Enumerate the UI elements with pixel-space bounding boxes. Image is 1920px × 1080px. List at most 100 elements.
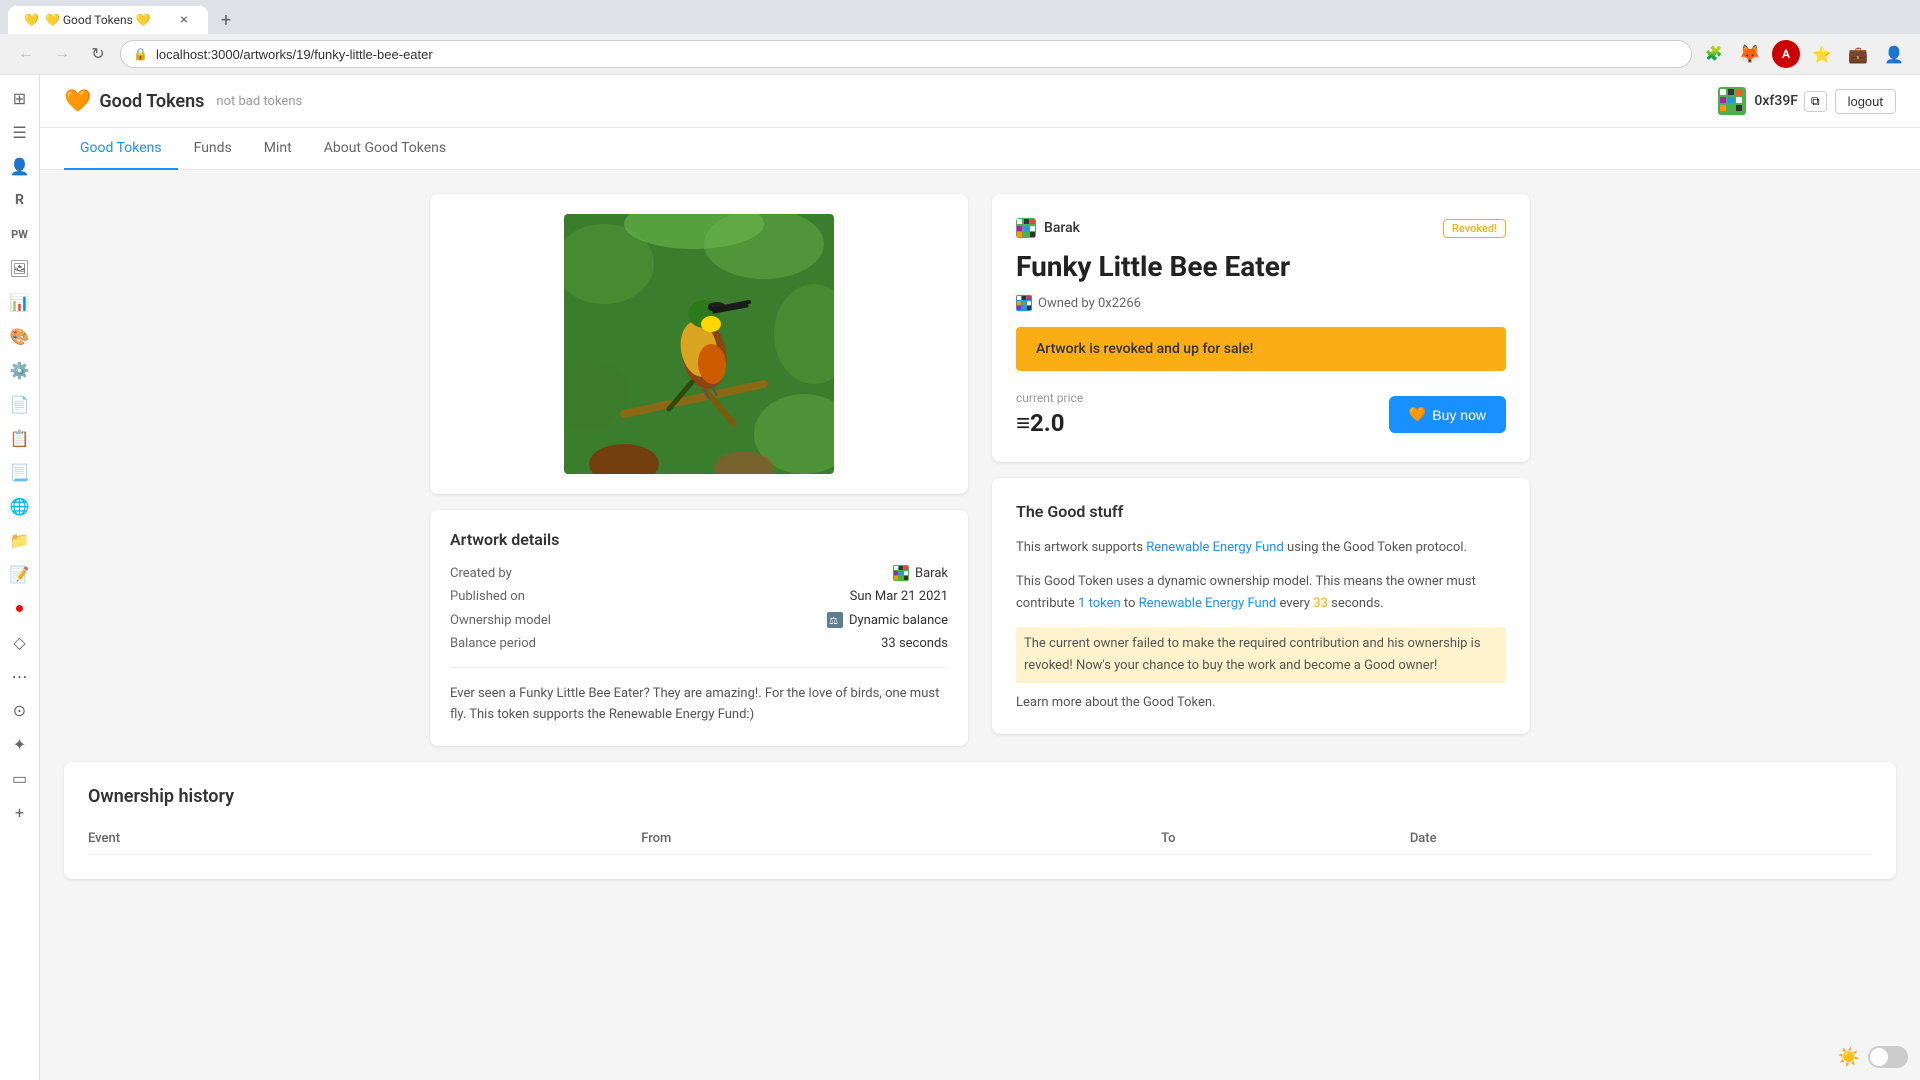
sidebar-pw-icon[interactable]: PW xyxy=(5,219,35,249)
bottom-bar: ☀️ xyxy=(1838,1046,1908,1068)
price-container: current price ≡2.0 xyxy=(1016,391,1083,438)
wallet-info: 0xf39F ⧉ logout xyxy=(1718,87,1896,115)
created-by-label: Created by xyxy=(450,566,512,581)
left-sidebar: ⊞ ☰ 👤 R PW 🖼 📊 🎨 ⚙️ 📄 📋 📃 🌐 📁 📝 ● ◇ ⋯ ⊙ … xyxy=(0,75,40,1080)
price-section: current price ≡2.0 🧡 Buy now xyxy=(1016,391,1506,438)
tab-title: 💛 Good Tokens 💛 xyxy=(45,13,170,27)
owner-row: Owned by 0x2266 xyxy=(1016,295,1506,311)
sidebar-doc3-icon[interactable]: 📃 xyxy=(5,457,35,487)
creator-avatar-small xyxy=(893,565,909,581)
col-from: From xyxy=(641,823,1161,855)
published-on-value: Sun Mar 21 2021 xyxy=(850,589,948,604)
bird-image xyxy=(564,214,834,474)
col-to: To xyxy=(1161,823,1410,855)
theme-icon[interactable]: ☀️ xyxy=(1838,1047,1860,1068)
sidebar-grid-icon[interactable]: ⊞ xyxy=(5,83,35,113)
app-wrapper: ⊞ ☰ 👤 R PW 🖼 📊 🎨 ⚙️ 📄 📋 📃 🌐 📁 📝 ● ◇ ⋯ ⊙ … xyxy=(0,75,1920,1080)
sidebar-star2-icon[interactable]: ✦ xyxy=(5,729,35,759)
metamask-icon[interactable]: 🦊 xyxy=(1736,40,1764,68)
owner-label: Owned by 0x2266 xyxy=(1038,296,1141,311)
sidebar-doc1-icon[interactable]: 📄 xyxy=(5,389,35,419)
tab-bar: 💛 💛 Good Tokens 💛 × + xyxy=(0,0,1920,34)
extensions-icon[interactable]: 🧩 xyxy=(1700,40,1728,68)
browser-controls: ← → ↻ 🔒 🧩 🦊 A ⭐ 💼 👤 xyxy=(0,34,1920,74)
left-column: Artwork details Created by xyxy=(430,194,968,746)
sidebar-table-icon[interactable]: 📊 xyxy=(5,287,35,317)
reload-button[interactable]: ↻ xyxy=(84,40,112,68)
tab-close-button[interactable]: × xyxy=(176,12,192,28)
sidebar-list-icon[interactable]: ☰ xyxy=(5,117,35,147)
ownership-model-icon: ⚖ xyxy=(827,612,843,628)
adblocker-icon[interactable]: A xyxy=(1772,40,1800,68)
sidebar-color-icon[interactable]: 🎨 xyxy=(5,321,35,351)
creator-avatar-large xyxy=(1016,218,1036,238)
tab-funds[interactable]: Funds xyxy=(178,128,248,170)
learn-more-text: Learn more about the Good Token. xyxy=(1016,695,1506,710)
sidebar-r-icon[interactable]: R xyxy=(5,185,35,215)
tab-about[interactable]: About Good Tokens xyxy=(308,128,462,170)
tab-mint[interactable]: Mint xyxy=(248,128,308,170)
app-name: Good Tokens xyxy=(99,91,204,112)
creator-display-name: Barak xyxy=(1044,220,1080,236)
good-stuff-card: The Good stuff This artwork supports Ren… xyxy=(992,478,1530,734)
sidebar-doc2-icon[interactable]: 📋 xyxy=(5,423,35,453)
nav-tabs: Good Tokens Funds Mint About Good Tokens xyxy=(40,128,1920,170)
period-value: 33 xyxy=(1313,596,1328,611)
sidebar-image-icon[interactable]: 🖼 xyxy=(5,253,35,283)
tab-good-tokens[interactable]: Good Tokens xyxy=(64,128,178,170)
wallet-ext-icon[interactable]: 💼 xyxy=(1844,40,1872,68)
sidebar-settings-icon[interactable]: ⚙️ xyxy=(5,355,35,385)
app-logo: 🧡 Good Tokens not bad tokens xyxy=(64,89,302,114)
sidebar-red-dot-icon[interactable]: ● xyxy=(5,593,35,623)
ownership-history-card: Ownership history Event From To Date xyxy=(64,762,1896,879)
url-input[interactable] xyxy=(156,47,1679,62)
revoked-banner: Artwork is revoked and up for sale! xyxy=(1016,327,1506,371)
sidebar-doc4-icon[interactable]: 📁 xyxy=(5,525,35,555)
buy-now-button[interactable]: 🧡 Buy now xyxy=(1389,396,1506,433)
status-badge: Revoked! xyxy=(1443,219,1506,238)
ownership-model-value: ⚖ Dynamic balance xyxy=(827,612,948,628)
sidebar-card-icon[interactable]: ▭ xyxy=(5,763,35,793)
dark-mode-toggle[interactable] xyxy=(1868,1046,1908,1068)
forward-button[interactable]: → xyxy=(48,40,76,68)
app-header: 🧡 Good Tokens not bad tokens xyxy=(40,75,1920,128)
artwork-description: Ever seen a Funky Little Bee Eater? They… xyxy=(450,667,948,726)
ownership-table: Event From To Date xyxy=(88,823,1872,855)
lock-icon: 🔒 xyxy=(133,47,148,61)
good-stuff-paragraph1: This artwork supports Renewable Energy F… xyxy=(1016,537,1506,559)
sidebar-diamond-icon[interactable]: ◇ xyxy=(5,627,35,657)
artwork-details-card: Artwork details Created by xyxy=(430,510,968,746)
sidebar-person-icon[interactable]: 👤 xyxy=(5,151,35,181)
created-by-value: Barak xyxy=(893,565,948,581)
browser-extensions: 🧩 🦊 A ⭐ 💼 👤 xyxy=(1700,40,1908,68)
logo-emoji: 🧡 xyxy=(64,89,91,114)
copy-address-button[interactable]: ⧉ xyxy=(1804,91,1827,112)
renewable-energy-fund-link2[interactable]: Renewable Energy Fund xyxy=(1139,596,1277,611)
star-icon[interactable]: ⭐ xyxy=(1808,40,1836,68)
price-value: ≡2.0 xyxy=(1016,409,1083,438)
back-button[interactable]: ← xyxy=(12,40,40,68)
artwork-image-card xyxy=(430,194,968,494)
right-column: Barak Revoked! Funky Little Bee Eater xyxy=(992,194,1530,746)
ownership-model-row: Ownership model ⚖ Dynamic balance xyxy=(450,612,948,628)
sidebar-plus-icon[interactable]: + xyxy=(5,797,35,827)
address-bar: 🔒 xyxy=(120,40,1692,68)
sidebar-doc5-icon[interactable]: 📝 xyxy=(5,559,35,589)
ownership-history-title: Ownership history xyxy=(88,786,1872,807)
renewable-energy-fund-link1[interactable]: Renewable Energy Fund xyxy=(1146,540,1284,555)
new-tab-button[interactable]: + xyxy=(212,6,240,34)
sidebar-circle-icon[interactable]: ⊙ xyxy=(5,695,35,725)
col-date: Date xyxy=(1410,823,1872,855)
profile-icon[interactable]: 👤 xyxy=(1880,40,1908,68)
owner-avatar xyxy=(1016,295,1032,311)
price-label: current price xyxy=(1016,391,1083,405)
wallet-address: 0xf39F ⧉ xyxy=(1754,91,1826,112)
active-tab[interactable]: 💛 💛 Good Tokens 💛 × xyxy=(8,6,208,34)
sidebar-grid2-icon[interactable]: ⋯ xyxy=(5,661,35,691)
balance-period-value: 33 seconds xyxy=(881,636,948,651)
sidebar-globe-icon[interactable]: 🌐 xyxy=(5,491,35,521)
logout-button[interactable]: logout xyxy=(1835,89,1896,114)
token-amount-link[interactable]: 1 token xyxy=(1078,596,1121,611)
balance-period-label: Balance period xyxy=(450,636,536,651)
published-on-row: Published on Sun Mar 21 2021 xyxy=(450,589,948,604)
